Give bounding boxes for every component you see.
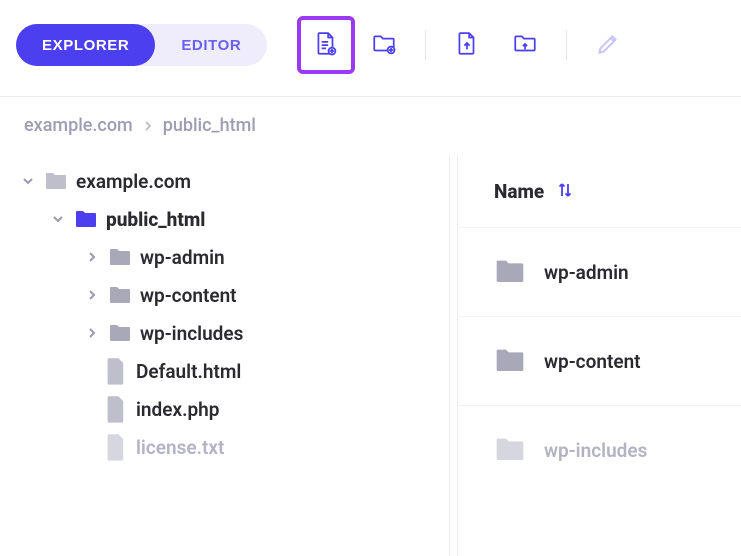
chevron-right-icon	[84, 249, 100, 265]
column-header-name: Name	[494, 180, 544, 203]
tree-node-file[interactable]: license.txt	[14, 428, 439, 466]
list-column-header[interactable]: Name	[458, 168, 741, 227]
list-item[interactable]: wp-content	[458, 316, 741, 405]
upload-folder-icon	[512, 31, 538, 60]
file-icon	[104, 360, 128, 382]
breadcrumb-item[interactable]: public_html	[163, 115, 256, 136]
list-item[interactable]: wp-includes	[458, 405, 741, 494]
pane-resize-handle[interactable]	[450, 156, 458, 556]
tree-node-file[interactable]: index.php	[14, 390, 439, 428]
tree-node-file[interactable]: Default.html	[14, 352, 439, 390]
tree-node-folder[interactable]: wp-content	[14, 276, 439, 314]
breadcrumb-item[interactable]: example.com	[24, 115, 133, 136]
toolbar-divider	[566, 30, 567, 60]
toolbar-divider	[425, 30, 426, 60]
list-item-label: wp-includes	[544, 439, 647, 462]
tree-node-label: Default.html	[136, 362, 241, 381]
tree-node-label: wp-content	[140, 286, 237, 305]
main-split: example.com public_html	[0, 156, 741, 556]
tree-node-label: example.com	[76, 172, 191, 191]
list-item-label: wp-admin	[544, 261, 629, 284]
chevron-down-icon	[50, 211, 66, 227]
tree-node-label: index.php	[136, 400, 219, 419]
chevron-down-icon	[20, 173, 36, 189]
folder-open-icon	[74, 208, 98, 230]
folder-icon	[108, 284, 132, 306]
file-icon	[104, 398, 128, 420]
tree-node-root[interactable]: example.com	[14, 162, 439, 200]
folder-icon	[108, 246, 132, 268]
upload-file-button[interactable]	[438, 16, 496, 74]
chevron-right-icon	[84, 325, 100, 341]
new-folder-button[interactable]	[355, 16, 413, 74]
folder-icon	[494, 258, 526, 286]
chevron-right-icon	[84, 287, 100, 303]
tree-node-public-html[interactable]: public_html	[14, 200, 439, 238]
folder-icon	[44, 170, 68, 192]
edit-button[interactable]	[579, 16, 637, 74]
new-file-button[interactable]	[297, 16, 355, 74]
tree-node-label: wp-includes	[140, 324, 243, 343]
file-list-pane: Name wp-admin wp-content w	[458, 156, 741, 556]
tree-node-label: wp-admin	[140, 248, 225, 267]
upload-folder-button[interactable]	[496, 16, 554, 74]
new-folder-icon	[371, 31, 397, 60]
folder-icon	[108, 322, 132, 344]
breadcrumb: example.com public_html	[0, 97, 741, 156]
file-icon	[104, 436, 128, 458]
mode-toggle: EXPLORER EDITOR	[16, 24, 267, 66]
new-file-icon	[313, 31, 339, 60]
list-item-label: wp-content	[544, 350, 641, 373]
explorer-tab[interactable]: EXPLORER	[16, 24, 155, 66]
tree-node-folder[interactable]: wp-includes	[14, 314, 439, 352]
chevron-right-icon	[143, 115, 153, 136]
toolbar-actions	[297, 16, 637, 74]
list-item[interactable]: wp-admin	[458, 227, 741, 316]
folder-icon	[494, 436, 526, 464]
tree-node-label: public_html	[106, 210, 205, 229]
pencil-icon	[595, 31, 621, 60]
upload-file-icon	[454, 31, 480, 60]
tree-node-folder[interactable]: wp-admin	[14, 238, 439, 276]
sort-icon	[556, 181, 574, 203]
top-toolbar: EXPLORER EDITOR	[0, 0, 741, 96]
editor-tab[interactable]: EDITOR	[155, 24, 267, 66]
tree-node-label: license.txt	[136, 438, 224, 457]
folder-icon	[494, 347, 526, 375]
folder-tree-pane: example.com public_html	[0, 156, 450, 556]
